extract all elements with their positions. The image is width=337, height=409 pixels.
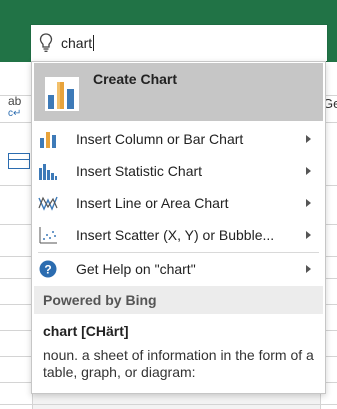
submenu-arrow-icon xyxy=(306,265,311,273)
search-input[interactable]: chart xyxy=(61,34,95,52)
search-results-dropdown: Create Chart Insert Column or Bar Chart … xyxy=(31,61,326,394)
insert-scatter-bubble-chart-label: Insert Scatter (X, Y) or Bubble... xyxy=(76,227,275,243)
insert-statistic-chart-item[interactable]: Insert Statistic Chart xyxy=(32,155,325,187)
wrap-text-label-top: ab xyxy=(8,94,22,108)
get-help-label: Get Help on "chart" xyxy=(76,261,196,277)
submenu-arrow-icon xyxy=(306,167,311,175)
insert-column-bar-chart-label: Insert Column or Bar Chart xyxy=(76,131,244,147)
wrap-text-icon[interactable]: ab c↵ xyxy=(8,94,22,119)
submenu-arrow-icon xyxy=(306,199,311,207)
powered-by-bing-label: Powered by Bing xyxy=(43,292,157,308)
submenu-arrow-icon xyxy=(306,231,311,239)
definition-text: noun. a sheet of information in the form… xyxy=(43,347,314,380)
definition-word: chart [CHärt] xyxy=(43,323,129,339)
submenu-arrow-icon xyxy=(306,135,311,143)
grid-line xyxy=(0,404,337,405)
bing-header: Powered by Bing xyxy=(34,286,323,314)
line-chart-icon xyxy=(38,196,58,211)
arrow-icon: ↵ xyxy=(13,108,22,119)
lightbulb-icon xyxy=(39,33,53,52)
insert-line-area-chart-label: Insert Line or Area Chart xyxy=(76,195,229,211)
get-help-item[interactable]: ? Get Help on "chart" xyxy=(32,253,325,285)
statistic-chart-icon xyxy=(39,164,57,180)
create-chart-item[interactable]: Create Chart xyxy=(34,63,323,121)
tell-me-search-box[interactable]: chart xyxy=(30,24,328,62)
svg-text:?: ? xyxy=(44,263,51,277)
merge-cells-icon[interactable] xyxy=(8,153,30,169)
help-icon: ? xyxy=(39,260,57,278)
create-chart-icon xyxy=(45,77,79,111)
insert-line-area-chart-item[interactable]: Insert Line or Area Chart xyxy=(32,187,325,219)
column-chart-icon xyxy=(40,132,56,148)
insert-column-bar-chart-item[interactable]: Insert Column or Bar Chart xyxy=(32,123,325,155)
text-caret xyxy=(93,35,95,51)
scatter-chart-icon xyxy=(39,227,57,244)
search-query-text: chart xyxy=(61,35,93,51)
insert-statistic-chart-label: Insert Statistic Chart xyxy=(76,163,203,179)
insert-scatter-bubble-chart-item[interactable]: Insert Scatter (X, Y) or Bubble... xyxy=(32,219,325,251)
create-chart-label: Create Chart xyxy=(93,71,178,87)
